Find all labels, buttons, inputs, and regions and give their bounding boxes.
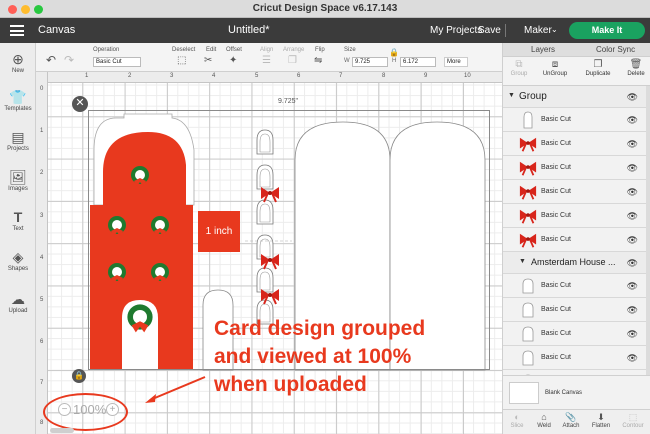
layer-row[interactable]: Basic Cut 👁 — [503, 228, 646, 252]
delete-button[interactable]: 🗑 Delete — [625, 59, 647, 77]
eye-icon[interactable]: 👁 — [627, 115, 638, 126]
weld-button[interactable]: ⌂ Weld — [534, 412, 554, 429]
contour-label: Contour — [622, 423, 644, 429]
highlight-circle — [43, 393, 128, 431]
contour-icon: ⬚ — [628, 412, 638, 422]
slice-icon: ◐ — [514, 412, 520, 422]
bow-thumbnail — [519, 184, 537, 201]
duplicate-label: Duplicate — [585, 71, 611, 77]
group-name: Group — [519, 91, 547, 102]
weld-label: Weld — [537, 423, 551, 429]
layer-name: Basic Cut — [541, 236, 571, 243]
layer-row[interactable]: Basic Cut 👁 — [503, 132, 646, 156]
eye-icon[interactable]: 👁 — [627, 281, 638, 292]
width-dimension: 9.725" — [278, 98, 299, 105]
annotation-arrow — [149, 376, 206, 401]
eye-icon[interactable]: 👁 — [627, 329, 638, 340]
flatten-label: Flatten — [591, 423, 611, 429]
arch-thumbnail — [522, 350, 534, 366]
arch-thumbnail — [522, 302, 534, 318]
lock-icon[interactable]: 🔒 — [72, 369, 86, 383]
slice-button[interactable]: ◐ Slice — [507, 412, 527, 429]
layer-name: Basic Cut — [541, 164, 571, 171]
ungroup-icon: ⧈ — [551, 59, 559, 70]
layer-row[interactable]: Basic Cut 👁 — [503, 274, 646, 298]
flatten-icon: ⬇ — [597, 412, 605, 422]
panel-bottom-actions: ◐ Slice ⌂ Weld 📎 Attach ⬇ Flatten ⬚ Contour — [503, 409, 650, 434]
tab-layers[interactable]: Layers — [531, 45, 555, 54]
arch-thumbnail — [522, 278, 534, 294]
layer-name: Basic Cut — [541, 140, 571, 147]
eye-icon[interactable]: 👁 — [627, 258, 638, 269]
layer-name: Basic Cut — [541, 282, 571, 289]
eye-icon[interactable]: 👁 — [627, 305, 638, 316]
annotation-line-1: Card design grouped — [214, 317, 426, 340]
layer-actions: ⧉ Group ⧈ UnGroup ❐ Duplicate 🗑 Delete — [503, 57, 650, 86]
annotation-line-2: and viewed at 100% — [214, 345, 412, 368]
slice-label: Slice — [510, 423, 524, 429]
weld-icon: ⌂ — [541, 412, 547, 422]
group-icon: ⧉ — [515, 59, 523, 70]
layer-name: Basic Cut — [541, 212, 571, 219]
chevron-down-icon[interactable]: ▼ — [519, 258, 526, 265]
arch-thumbnail — [523, 111, 533, 129]
layer-name: Basic Cut — [541, 116, 571, 123]
layer-row[interactable]: Basic Cut 👁 — [503, 108, 646, 132]
eye-icon[interactable]: 👁 — [627, 187, 638, 198]
layer-group[interactable]: ▼ Group 👁 — [503, 86, 646, 108]
layer-name: Basic Cut — [541, 330, 571, 337]
layer-name: Basic Cut — [541, 306, 571, 313]
layers-scrollbar[interactable] — [646, 86, 650, 386]
group-label: Group — [510, 71, 528, 77]
ungroup-label: UnGroup — [542, 71, 568, 77]
attach-button[interactable]: 📎 Attach — [560, 412, 582, 429]
blank-canvas-row[interactable]: Blank Canvas — [503, 375, 650, 409]
layer-row[interactable]: Basic Cut 👁 — [503, 322, 646, 346]
app-window: Cricut Design Space v6.17.143 Canvas Unt… — [0, 0, 650, 434]
arrow-head — [145, 394, 156, 403]
paperclip-icon: 📎 — [565, 412, 577, 422]
layer-name: Basic Cut — [541, 188, 571, 195]
subgroup-name: Amsterdam House ... — [531, 257, 616, 267]
bow-thumbnail — [519, 208, 537, 225]
delete-label: Delete — [627, 71, 645, 77]
one-inch-square[interactable]: 1 inch — [198, 211, 240, 252]
layer-row[interactable]: Basic Cut 👁 — [503, 204, 646, 228]
eye-icon[interactable]: 👁 — [627, 235, 638, 246]
duplicate-icon: ❐ — [593, 59, 603, 70]
bow-thumbnail — [519, 232, 537, 249]
layers-list: ▼ Group 👁 Basic Cut 👁 Basic Cut 👁 Basic … — [503, 86, 646, 386]
blank-canvas-label: Blank Canvas — [545, 390, 583, 396]
trash-icon: 🗑 — [629, 59, 643, 70]
chevron-down-icon[interactable]: ▼ — [508, 92, 515, 99]
layer-subgroup[interactable]: ▼ Amsterdam House ... 👁 — [503, 252, 646, 274]
attach-label: Attach — [562, 423, 580, 429]
layer-name: Basic Cut — [541, 354, 571, 361]
layer-row[interactable]: Basic Cut 👁 — [503, 298, 646, 322]
annotation-text: Card design grouped and viewed at 100% w… — [214, 315, 425, 399]
eye-icon[interactable]: 👁 — [627, 163, 638, 174]
tab-color-sync[interactable]: Color Sync — [596, 45, 635, 54]
bow-thumbnail — [519, 136, 537, 153]
arch-thumbnail — [522, 326, 534, 342]
layer-row[interactable]: Basic Cut 👁 — [503, 180, 646, 204]
flatten-button[interactable]: ⬇ Flatten — [590, 412, 612, 429]
eye-icon[interactable]: 👁 — [627, 353, 638, 364]
group-button[interactable]: ⧉ Group — [509, 59, 529, 77]
eye-icon[interactable]: 👁 — [627, 92, 638, 103]
layer-row[interactable]: Basic Cut 👁 — [503, 346, 646, 370]
ungroup-button[interactable]: ⧈ UnGroup — [541, 59, 569, 77]
duplicate-button[interactable]: ❐ Duplicate — [583, 59, 613, 77]
layer-row[interactable]: Basic Cut 👁 — [503, 156, 646, 180]
panel-tabs: Layers Color Sync — [503, 43, 650, 57]
horizontal-scrollbar[interactable] — [50, 428, 74, 433]
layers-panel: Layers Color Sync ⧉ Group ⧈ UnGroup ❐ Dupli… — [502, 43, 650, 434]
eye-icon[interactable]: 👁 — [627, 211, 638, 222]
bow-thumbnail — [519, 160, 537, 177]
contour-button[interactable]: ⬚ Contour — [620, 412, 646, 429]
eye-icon[interactable]: 👁 — [627, 139, 638, 150]
close-icon[interactable]: ✕ — [72, 96, 88, 112]
blank-canvas-thumbnail — [509, 382, 539, 404]
annotation-line-3: when uploaded — [214, 373, 367, 396]
